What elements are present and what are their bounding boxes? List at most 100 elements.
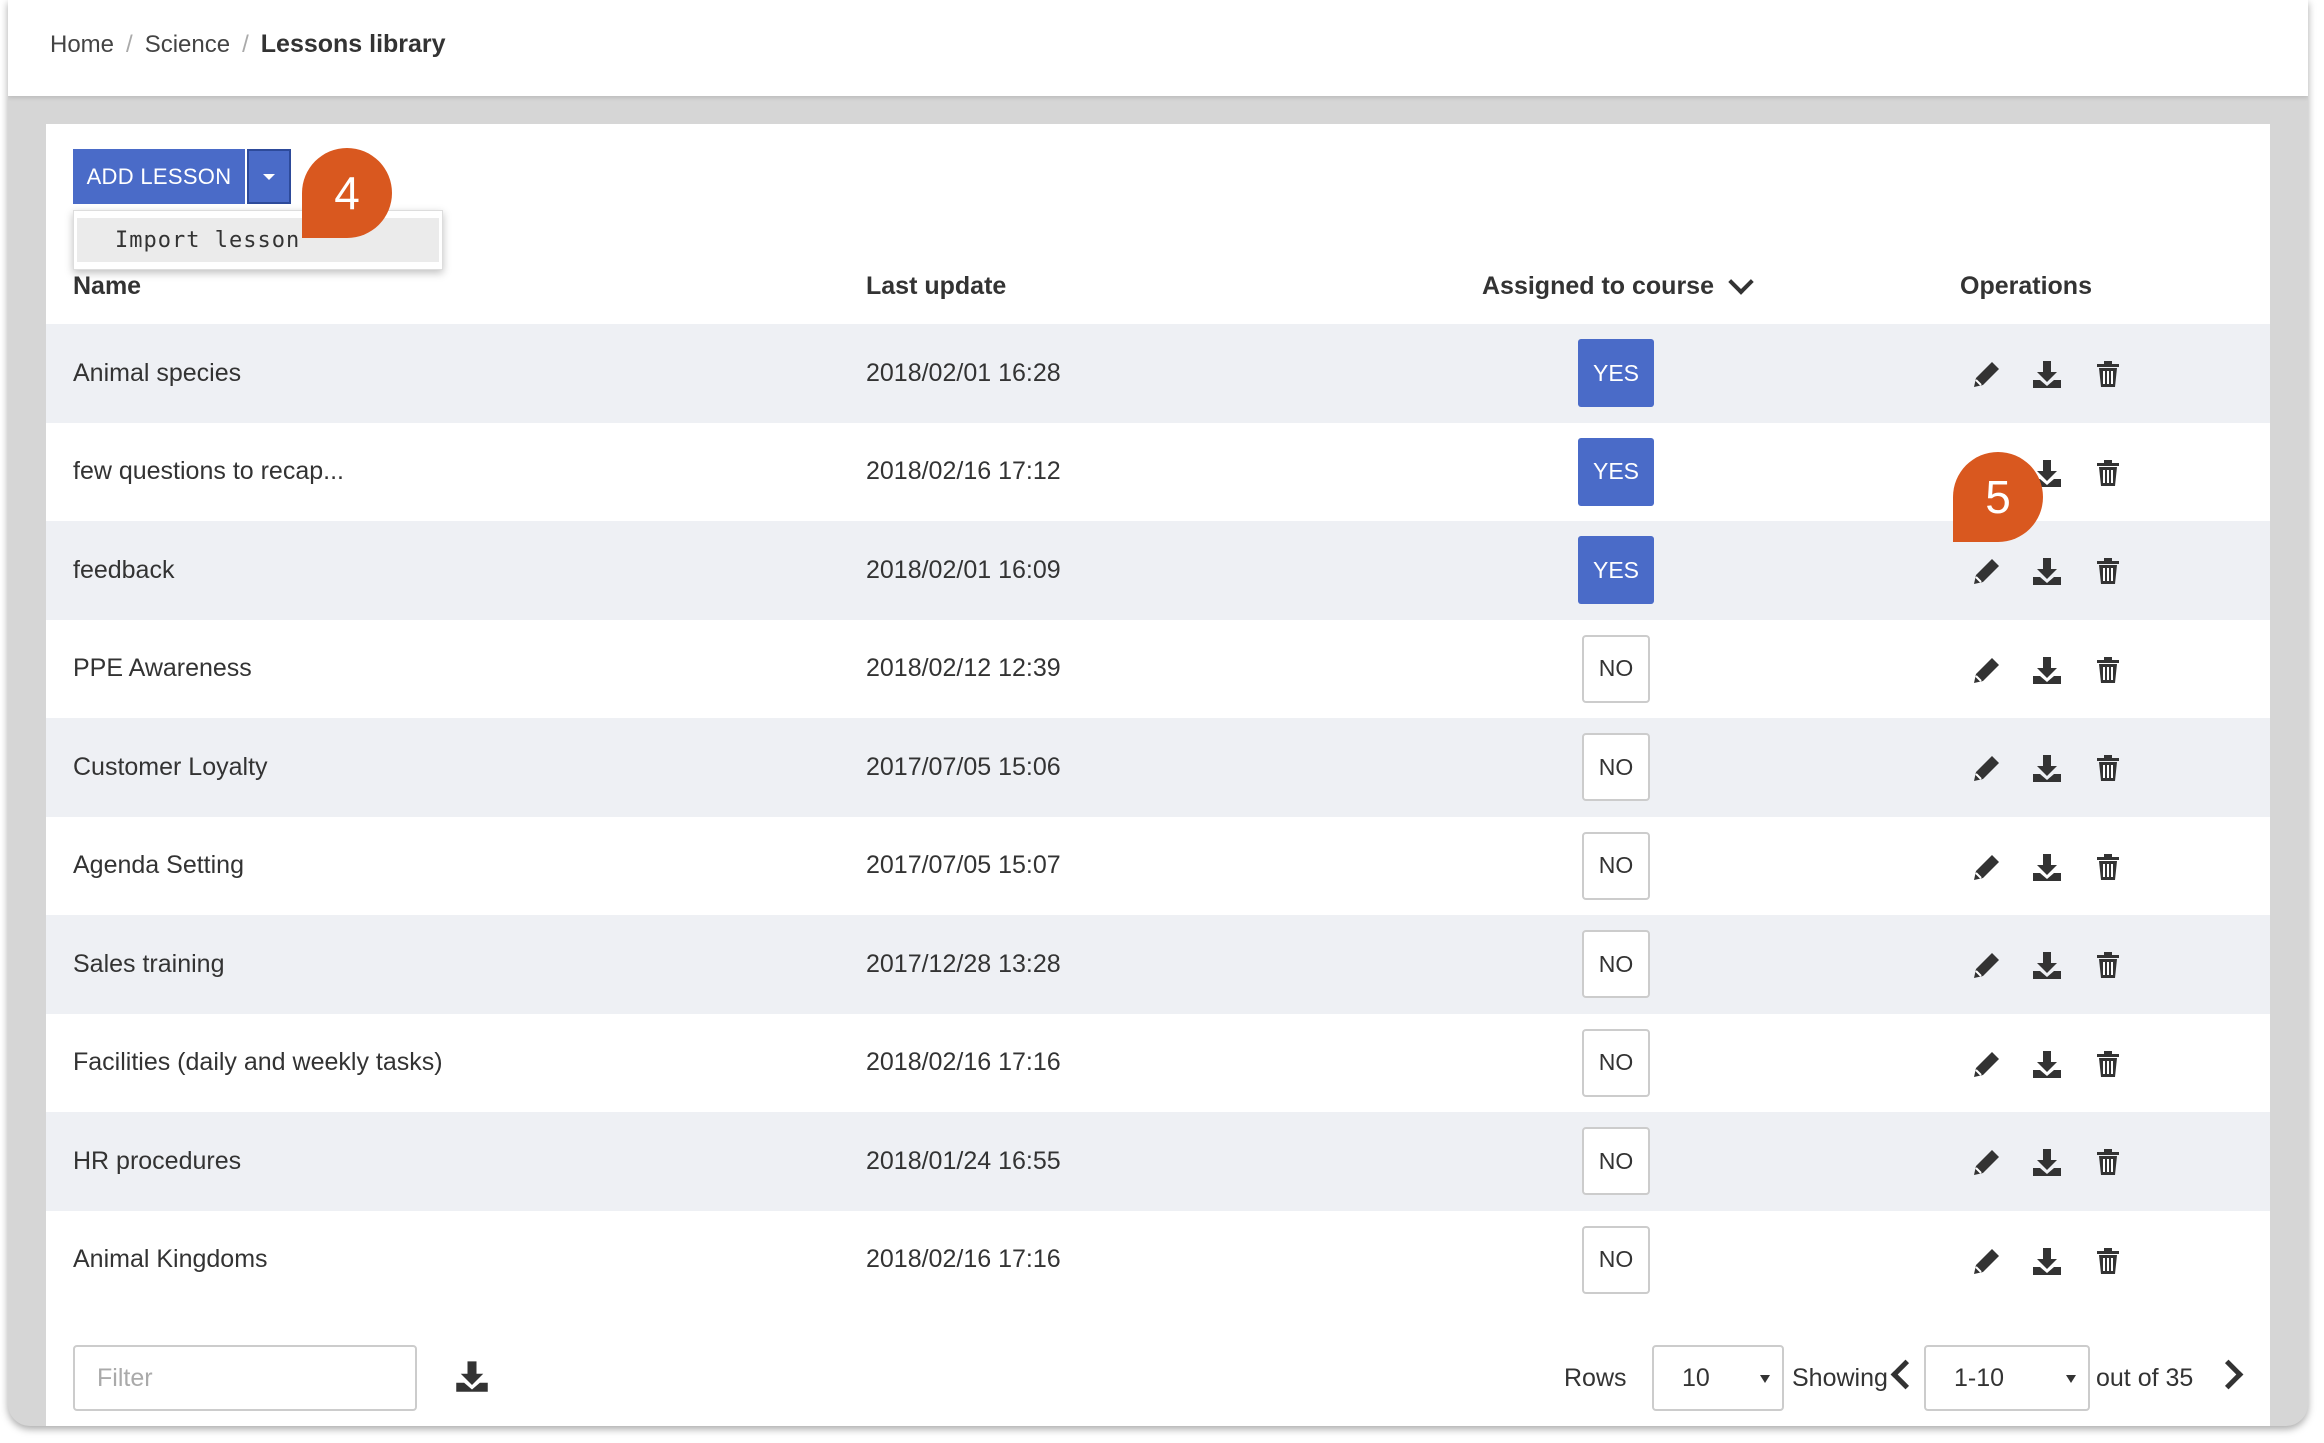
- filter-input[interactable]: [73, 1345, 417, 1411]
- assigned-toggle-button[interactable]: NO: [1582, 733, 1650, 802]
- assigned-toggle-button[interactable]: NO: [1582, 831, 1650, 900]
- lesson-name: Facilities (daily and weekly tasks): [73, 1048, 443, 1077]
- previous-page-icon[interactable]: [1890, 1359, 1921, 1390]
- download-icon[interactable]: [2031, 1245, 2063, 1277]
- add-lesson-dropdown-menu: Import lesson: [73, 210, 443, 270]
- lesson-name: few questions to recap...: [73, 457, 344, 486]
- operations-cell: [1971, 915, 2211, 1014]
- edit-icon[interactable]: [1971, 555, 2003, 587]
- lesson-name: PPE Awareness: [73, 654, 252, 683]
- download-icon[interactable]: [2031, 1048, 2063, 1080]
- delete-icon[interactable]: [2092, 1245, 2124, 1277]
- delete-icon[interactable]: [2092, 1048, 2124, 1080]
- operations-cell: [1971, 1014, 2211, 1113]
- assigned-toggle-button[interactable]: NO: [1582, 634, 1650, 703]
- lesson-name: feedback: [73, 555, 175, 584]
- assigned-toggle-button[interactable]: YES: [1578, 536, 1654, 605]
- table-row[interactable]: PPE Awareness 2018/02/12 12:39 NO: [46, 619, 2270, 719]
- download-icon[interactable]: [2031, 654, 2063, 686]
- lesson-last-update: 2017/12/28 13:28: [866, 949, 1061, 978]
- breadcrumb-separator: /: [126, 30, 133, 58]
- assigned-toggle-button[interactable]: NO: [1582, 1127, 1650, 1196]
- breadcrumb-home[interactable]: Home: [50, 31, 114, 59]
- assigned-toggle-button[interactable]: NO: [1582, 1225, 1650, 1294]
- edit-icon[interactable]: [1971, 1146, 2003, 1178]
- table-row[interactable]: Facilities (daily and weekly tasks) 2018/…: [46, 1013, 2270, 1113]
- assigned-toggle-button[interactable]: NO: [1582, 930, 1650, 999]
- download-icon[interactable]: [2031, 1146, 2063, 1178]
- table-row[interactable]: feedback 2018/02/01 16:09 YES: [46, 521, 2270, 620]
- download-icon[interactable]: [2031, 752, 2063, 784]
- edit-icon[interactable]: [1971, 1245, 2003, 1277]
- delete-icon[interactable]: [2092, 358, 2124, 390]
- download-icon[interactable]: [454, 1358, 490, 1394]
- table-row[interactable]: Animal Kingdoms 2018/02/16 17:16 NO: [46, 1210, 2270, 1310]
- lesson-name: HR procedures: [73, 1146, 242, 1175]
- download-icon[interactable]: [2031, 358, 2063, 390]
- assigned-toggle-button[interactable]: YES: [1578, 339, 1654, 408]
- total-count-label: out of 35: [2096, 1363, 2194, 1392]
- showing-label: Showing: [1792, 1363, 1888, 1392]
- assigned-cell: NO: [1446, 1014, 1786, 1113]
- assigned-cell: NO: [1446, 718, 1786, 817]
- table-row[interactable]: HR procedures 2018/01/24 16:55 NO: [46, 1112, 2270, 1211]
- assigned-cell: NO: [1446, 620, 1786, 719]
- column-header-last-update[interactable]: Last update: [866, 244, 1006, 328]
- assigned-cell: YES: [1446, 324, 1786, 423]
- delete-icon[interactable]: [2092, 851, 2124, 883]
- edit-icon[interactable]: [1971, 752, 2003, 784]
- delete-icon[interactable]: [2092, 949, 2124, 981]
- download-icon[interactable]: [2031, 949, 2063, 981]
- lesson-name: Animal species: [73, 358, 242, 387]
- table-row[interactable]: Animal species 2018/02/01 16:28 YES: [46, 324, 2270, 423]
- table-row[interactable]: Agenda Setting 2017/07/05 15:07 NO: [46, 816, 2270, 916]
- column-header-assigned[interactable]: Assigned to course: [1446, 244, 1786, 328]
- breadcrumb-science[interactable]: Science: [145, 31, 230, 59]
- lesson-name: Animal Kingdoms: [73, 1245, 268, 1274]
- delete-icon[interactable]: [2092, 752, 2124, 784]
- lessons-panel: ADD LESSON Name Last update Assigned to …: [46, 124, 2270, 1426]
- select-arrow-icon: [1760, 1375, 1770, 1383]
- add-lesson-dropdown-toggle[interactable]: [247, 149, 291, 204]
- assigned-cell: NO: [1446, 1211, 1786, 1310]
- operations-cell: [1971, 817, 2211, 916]
- operations-cell: [1971, 1112, 2211, 1211]
- add-lesson-button[interactable]: ADD LESSON: [73, 149, 245, 204]
- column-header-operations: Operations: [1960, 271, 2092, 300]
- edit-icon[interactable]: [1971, 654, 2003, 686]
- table-row[interactable]: few questions to recap... 2018/02/16 17:1…: [46, 422, 2270, 521]
- breadcrumb: Home / Science / Lessons library: [50, 30, 446, 59]
- edit-icon[interactable]: [1971, 851, 2003, 883]
- rows-select[interactable]: 10: [1652, 1345, 1784, 1411]
- operations-cell: [1971, 620, 2211, 719]
- page-range-select[interactable]: 1-10: [1924, 1345, 2090, 1411]
- delete-icon[interactable]: [2092, 457, 2124, 489]
- download-icon[interactable]: [2031, 851, 2063, 883]
- lesson-last-update: 2018/02/01 16:28: [866, 358, 1061, 387]
- import-lesson-menu-item[interactable]: Import lesson: [77, 218, 439, 262]
- assigned-cell: NO: [1446, 915, 1786, 1014]
- delete-icon[interactable]: [2092, 654, 2124, 686]
- edit-icon[interactable]: [1971, 358, 2003, 390]
- lesson-last-update: 2018/01/24 16:55: [866, 1146, 1061, 1175]
- page-range-value: 1-10: [1954, 1363, 2005, 1392]
- delete-icon[interactable]: [2092, 1146, 2124, 1178]
- operations-cell: [1971, 324, 2211, 423]
- delete-icon[interactable]: [2092, 555, 2124, 587]
- table-row[interactable]: Sales training 2017/12/28 13:28 NO: [46, 915, 2270, 1014]
- lesson-last-update: 2018/02/01 16:09: [866, 555, 1061, 584]
- column-header-assigned-label: Assigned to course: [1482, 271, 1714, 300]
- edit-icon[interactable]: [1971, 949, 2003, 981]
- step-callout-4: 4: [302, 148, 392, 238]
- next-page-icon[interactable]: [2213, 1359, 2244, 1390]
- step-callout-5: 5: [1953, 452, 2043, 542]
- lesson-last-update: 2017/07/05 15:06: [866, 752, 1061, 781]
- operations-cell: [1971, 1211, 2211, 1310]
- assigned-toggle-button[interactable]: YES: [1578, 437, 1654, 506]
- lesson-name: Agenda Setting: [73, 851, 244, 880]
- assigned-cell: NO: [1446, 1112, 1786, 1211]
- table-row[interactable]: Customer Loyalty 2017/07/05 15:06 NO: [46, 718, 2270, 817]
- download-icon[interactable]: [2031, 555, 2063, 587]
- edit-icon[interactable]: [1971, 1048, 2003, 1080]
- assigned-toggle-button[interactable]: NO: [1582, 1028, 1650, 1097]
